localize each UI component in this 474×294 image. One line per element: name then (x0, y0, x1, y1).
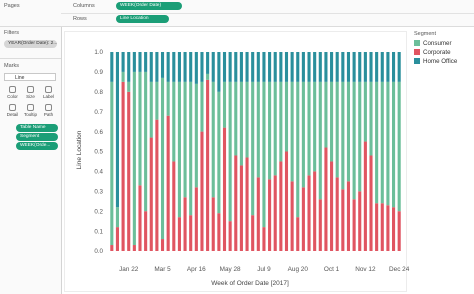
rows-shelf-label: Rows (73, 16, 87, 22)
color-label: Color (7, 94, 18, 99)
path-label: Path (43, 112, 54, 117)
divider (0, 58, 61, 59)
detail-label: Detail (6, 112, 19, 117)
pages-card-title: Pages (4, 3, 20, 9)
shelf-divider (61, 13, 474, 14)
size-icon (27, 86, 34, 93)
size-button[interactable]: Size (22, 85, 39, 102)
marks-pill-segment[interactable]: Segment (16, 133, 58, 141)
filter-pill-year[interactable]: YEAR(Order Date): 2... (4, 40, 57, 48)
marks-pill-week[interactable]: WEEK(Orde... (16, 142, 58, 150)
legend-label: Corporate (423, 49, 451, 56)
columns-pill[interactable]: WEEK(Order Date) (116, 2, 182, 10)
shelf-area: Columns WEEK(Order Date) Rows Line Locat… (61, 0, 474, 27)
tooltip-button[interactable]: Tooltip (22, 103, 39, 120)
legend: Segment Consumer Corporate Home Office (410, 30, 474, 70)
tooltip-icon (27, 104, 34, 111)
color-icon (9, 86, 16, 93)
legend-label: Consumer (423, 40, 452, 47)
mark-type-value: Line (15, 75, 25, 81)
detail-button[interactable]: Detail (4, 103, 21, 120)
legend-swatch (414, 58, 420, 65)
label-icon (45, 86, 52, 93)
size-label: Size (26, 94, 35, 99)
legend-swatch (414, 40, 420, 47)
label-button[interactable]: Label (40, 85, 57, 102)
legend-item-home-office[interactable]: Home Office (414, 58, 457, 65)
legend-item-consumer[interactable]: Consumer (414, 40, 452, 47)
mark-type-select[interactable]: Line (4, 73, 56, 81)
tooltip-label: Tooltip (23, 112, 37, 117)
path-icon (45, 104, 52, 111)
marks-pill-table-name[interactable]: Table Name (16, 124, 58, 132)
legend-swatch (414, 49, 420, 56)
legend-label: Home Office (423, 58, 458, 65)
label-label: Label (42, 94, 54, 99)
filters-card-title: Filters (4, 30, 19, 36)
rows-pill[interactable]: Line Location (116, 15, 169, 23)
chart-frame (64, 31, 407, 292)
marks-card-title: Marks (4, 63, 19, 69)
left-panel: Pages Filters YEAR(Order Date): 2... Mar… (0, 0, 62, 294)
columns-shelf-label: Columns (73, 3, 95, 9)
detail-icon (9, 104, 16, 111)
divider (0, 26, 61, 27)
path-button[interactable]: Path (40, 103, 57, 120)
legend-title: Segment (414, 31, 437, 37)
legend-item-corporate[interactable]: Corporate (414, 49, 451, 56)
color-button[interactable]: Color (4, 85, 21, 102)
